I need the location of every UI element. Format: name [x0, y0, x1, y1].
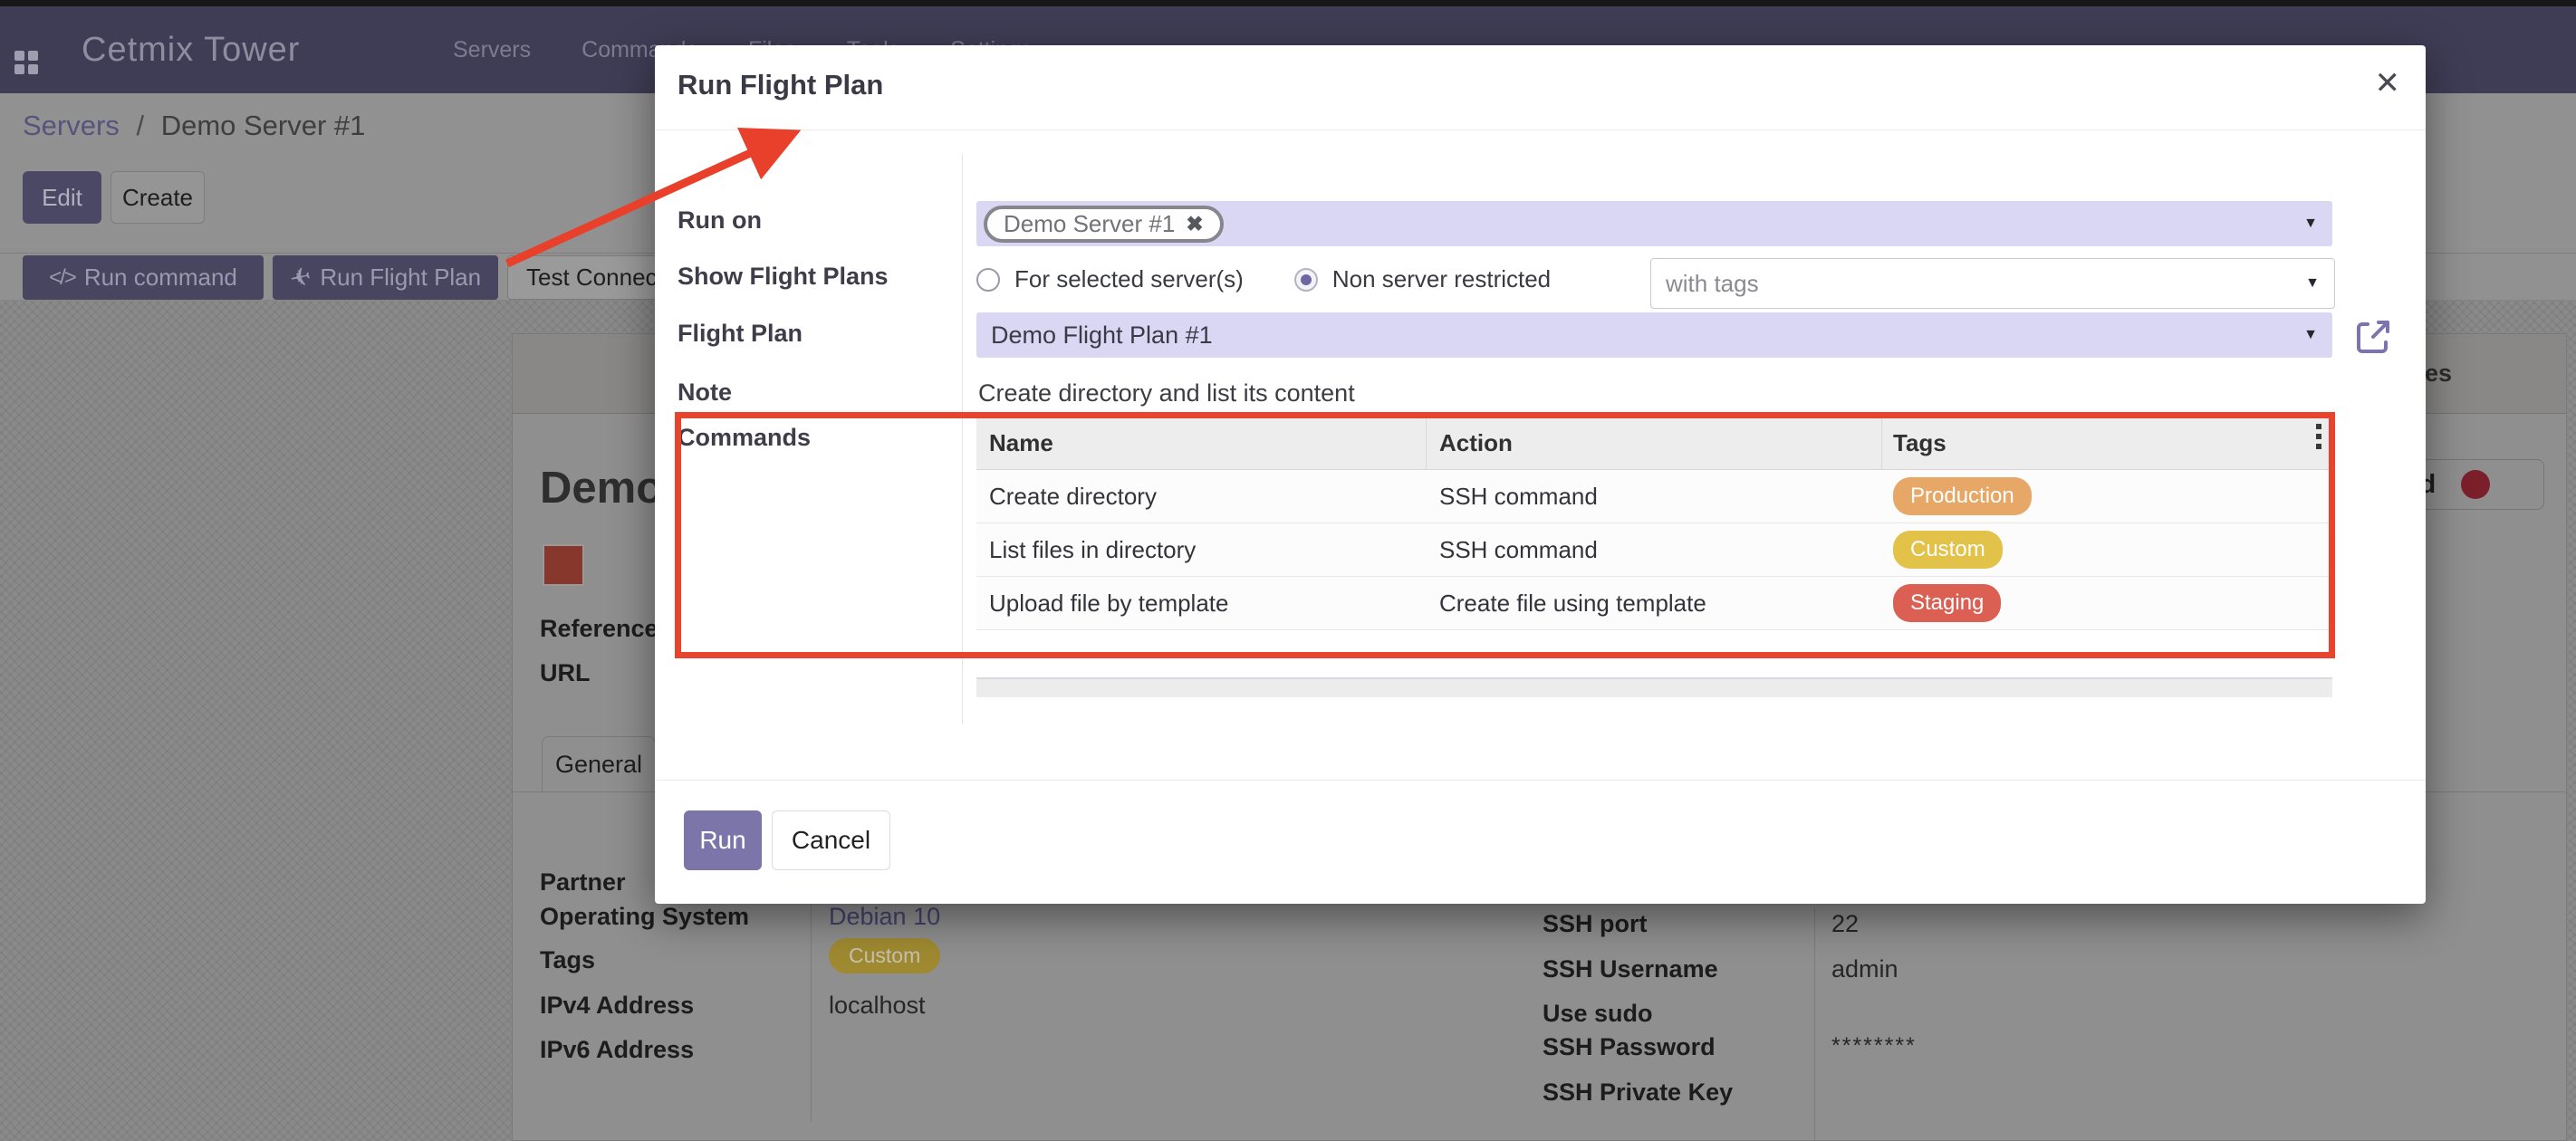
flight-plan-select[interactable]: Demo Flight Plan #1 ▼ — [976, 312, 2332, 358]
radio-label[interactable]: Non server restricted — [1332, 265, 1551, 293]
radio-non-server-restricted[interactable] — [1294, 268, 1318, 292]
col-action[interactable]: Action — [1427, 417, 1882, 469]
label-ssh-private-key: SSH Private Key — [1543, 1079, 1733, 1107]
tag-badge: Custom — [1893, 531, 2003, 569]
run-on-field[interactable]: Demo Server #1 ✖ ▼ — [976, 201, 2332, 246]
top-strip — [0, 0, 2576, 6]
show-flight-plans-radios: For selected server(s) Non server restri… — [976, 265, 1587, 293]
run-flight-plan-button[interactable]: ✈ Run Flight Plan — [273, 255, 498, 300]
label-show-flight-plans: Show Flight Plans — [678, 263, 889, 291]
divider — [1814, 907, 1815, 1141]
server-tag: Demo Server #1 ✖ — [984, 206, 1224, 243]
header-text-fragment[interactable]: es — [2425, 360, 2452, 388]
label-run-on: Run on — [678, 206, 762, 235]
value-ssh-port: 22 — [1831, 910, 1859, 938]
label-commands: Commands — [678, 424, 811, 452]
breadcrumb-separator: / — [136, 110, 144, 141]
label-url: URL — [540, 659, 591, 687]
tag-badge: Production — [1893, 477, 2032, 515]
app-brand[interactable]: Cetmix Tower — [82, 6, 300, 93]
label-use-sudo: Use sudo — [1543, 1000, 1653, 1028]
cancel-button[interactable]: Cancel — [772, 810, 890, 870]
apps-grid-icon[interactable] — [14, 51, 38, 74]
status-dot-icon — [2461, 470, 2490, 499]
table-header: Name Action Tags — [976, 417, 2332, 470]
server-title: Demo — [540, 463, 663, 513]
run-flight-plan-dialog: Run Flight Plan ✕ Run on Demo Server #1 … — [655, 45, 2426, 904]
label-operating-system: Operating System — [540, 903, 749, 931]
external-link-icon[interactable] — [2353, 317, 2393, 357]
label-ssh-port: SSH port — [1543, 910, 1648, 938]
test-connection-button[interactable]: Test Connec — [507, 255, 668, 300]
label-reference: Reference — [540, 615, 658, 643]
divider — [655, 129, 2426, 130]
label-ssh-password: SSH Password — [1543, 1033, 1716, 1061]
radio-for-selected-servers[interactable] — [976, 268, 1000, 292]
col-tags[interactable]: Tags — [1882, 429, 2332, 457]
chevron-down-icon: ▼ — [2303, 327, 2318, 343]
value-ipv4: localhost — [829, 992, 926, 1020]
screen: Cetmix Tower Servers Commands Files Tool… — [0, 0, 2576, 1141]
label-ipv4: IPv4 Address — [540, 992, 694, 1020]
run-command-button[interactable]: </> Run command — [23, 255, 264, 300]
breadcrumb: Servers / Demo Server #1 — [23, 110, 365, 142]
tab-general[interactable]: General — [542, 736, 656, 791]
radio-label[interactable]: For selected server(s) — [1014, 265, 1244, 293]
label-note: Note — [678, 379, 732, 407]
code-icon: </> — [49, 265, 75, 291]
divider — [962, 154, 963, 724]
table-row[interactable]: List files in directory SSH command Cust… — [976, 523, 2332, 577]
tag-badge: Staging — [1893, 584, 2001, 622]
label-partner: Partner — [540, 868, 626, 896]
label-flight-plan: Flight Plan — [678, 320, 803, 348]
kebab-menu-icon[interactable] — [2316, 424, 2321, 449]
nav-item-servers[interactable]: Servers — [453, 37, 531, 63]
chevron-down-icon: ▼ — [2305, 275, 2320, 292]
col-name[interactable]: Name — [976, 417, 1427, 469]
value-ssh-password: ******** — [1831, 1033, 1917, 1060]
plane-icon: ✈ — [287, 261, 314, 294]
breadcrumb-servers-link[interactable]: Servers — [23, 110, 120, 141]
run-button[interactable]: Run — [684, 810, 762, 870]
remove-tag-icon[interactable]: ✖ — [1186, 212, 1203, 236]
label-tags: Tags — [540, 946, 595, 974]
value-ssh-username: admin — [1831, 955, 1898, 983]
label-ipv6: IPv6 Address — [540, 1036, 694, 1064]
dialog-title: Run Flight Plan — [678, 69, 883, 101]
label-ssh-username: SSH Username — [1543, 955, 1718, 983]
note-value: Create directory and list its content — [978, 379, 1355, 408]
chevron-down-icon[interactable]: ▼ — [2303, 216, 2318, 232]
create-button[interactable]: Create — [111, 171, 205, 224]
table-row[interactable]: Create directory SSH command Production — [976, 470, 2332, 523]
table-row[interactable]: Upload file by template Create file usin… — [976, 577, 2332, 630]
breadcrumb-current: Demo Server #1 — [161, 110, 366, 141]
with-tags-select[interactable]: with tags ▼ — [1650, 258, 2335, 309]
color-swatch[interactable] — [543, 544, 584, 586]
tag-custom[interactable]: Custom — [829, 938, 940, 973]
commands-table: Name Action Tags Create directory SSH co… — [976, 417, 2332, 630]
close-icon[interactable]: ✕ — [2375, 65, 2401, 101]
value-operating-system[interactable]: Debian 10 — [829, 903, 940, 931]
edit-button[interactable]: Edit — [23, 171, 101, 224]
divider — [655, 780, 2426, 781]
horizontal-scrollbar[interactable] — [976, 677, 2332, 697]
